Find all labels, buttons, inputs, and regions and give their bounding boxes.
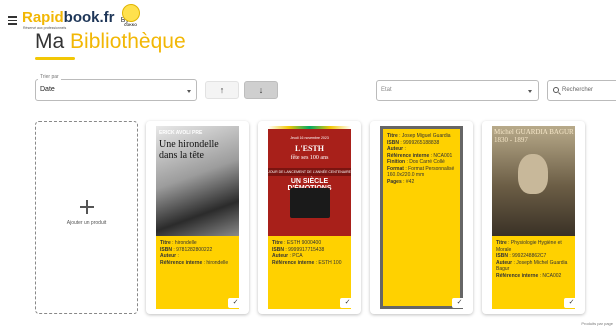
cover-banner: JOUR DE LANCEMENT DE L'ANNÉE CENTENAIRE	[268, 168, 351, 176]
product-pages: #42	[405, 178, 415, 185]
state-placeholder: Etat	[381, 87, 392, 93]
add-product-label: Ajouter un produit	[66, 220, 107, 226]
sort-ascending-button[interactable]: ↑	[205, 81, 239, 99]
check-icon: ✓	[568, 299, 575, 306]
select-checkbox[interactable]: ✓	[228, 298, 243, 308]
product-info: Titre : Physiologie Hygiène et Morale IS…	[492, 236, 575, 309]
add-product-card[interactable]: Ajouter un produit	[35, 121, 138, 314]
cover-stripe	[268, 126, 351, 129]
state-select[interactable]: Etat	[376, 80, 539, 101]
product-info: Titre : hirondelle ISBN : 9781282800222 …	[156, 236, 239, 309]
product-reference: NCA001	[433, 152, 453, 159]
product-info: Titre : ESTH 9000400 ISBN : 999991771543…	[268, 236, 351, 309]
sort-select[interactable]: Date	[35, 79, 197, 101]
logo-book: book.fr	[63, 9, 115, 26]
chevron-down-icon	[187, 90, 191, 93]
product-title: ESTH 9000400	[286, 240, 322, 246]
sort-legend: Trier par	[38, 74, 61, 80]
search-icon	[553, 87, 559, 93]
cover-subtitle: fête ses 100 ans	[290, 155, 329, 161]
arrow-up-icon: ↑	[219, 85, 225, 95]
product-isbn: 9999917715438	[288, 246, 325, 253]
page-title: Ma Bibliothèque	[35, 30, 186, 54]
product-card[interactable]: Jeudi 16 novembre 2023 L'ESTH fête ses 1…	[258, 121, 361, 314]
select-checkbox[interactable]: ✓	[452, 298, 467, 308]
cover-title: Une hirondelle dans la tête	[159, 139, 219, 161]
title-word-1: Ma	[35, 30, 65, 53]
product-reference: hirondelle	[206, 259, 229, 266]
cow-logo-icon	[122, 4, 140, 22]
product-info: Titre : Josep Miguel Guardia ISBN : 9999…	[380, 126, 463, 309]
product-author: PCA	[292, 253, 303, 259]
product-reference: NCA002	[542, 272, 562, 279]
plus-icon	[80, 200, 94, 214]
check-icon: ✓	[232, 299, 239, 306]
hamburger-icon[interactable]	[8, 16, 17, 25]
product-card[interactable]: Michel GUARDIA BAGUR 1830 - 1897 Titre :…	[482, 121, 585, 314]
book-cover: ERICK AVOLI PRE Une hirondelle dans la t…	[156, 126, 239, 236]
cover-date: Jeudi 16 novembre 2023	[290, 136, 329, 140]
logo-rapid: Rapid	[22, 9, 64, 26]
cover-portrait	[518, 154, 548, 194]
cover-photo	[290, 188, 330, 218]
product-finish: Dos Carré Collé	[409, 159, 445, 165]
products-per-page-label: Produits par page	[581, 321, 613, 326]
search-placeholder: Rechercher	[562, 87, 594, 93]
check-icon: ✓	[344, 299, 351, 306]
product-title: hirondelle	[174, 240, 197, 246]
select-checkbox[interactable]: ✓	[340, 298, 355, 308]
chevron-down-icon	[528, 90, 532, 93]
product-isbn: 9781282800222	[176, 246, 213, 253]
title-word-2: Bibliothèque	[70, 30, 186, 53]
product-card-selected[interactable]: Titre : Josep Miguel Guardia ISBN : 9999…	[370, 121, 473, 314]
sort-descending-button[interactable]: ↓	[244, 81, 278, 99]
title-underline	[35, 57, 75, 60]
product-reference: ESTH 100	[318, 259, 342, 266]
sort-value: Date	[40, 86, 55, 93]
cover-title: L'ESTH	[295, 144, 324, 153]
check-icon: ✓	[456, 299, 463, 306]
product-title: Josep Miguel Guardia	[401, 133, 451, 139]
product-card[interactable]: ERICK AVOLI PRE Une hirondelle dans la t…	[146, 121, 249, 314]
logo-badge-text: COKKO	[124, 23, 138, 27]
logo[interactable]: Rapidbook.fr By	[22, 9, 129, 26]
book-cover: Jeudi 16 novembre 2023 L'ESTH fête ses 1…	[268, 126, 351, 236]
library-page: Rapidbook.fr By Réservé aux professionne…	[0, 0, 616, 329]
search-input[interactable]: Rechercher	[547, 80, 616, 101]
product-isbn: 9992248862C7	[512, 253, 547, 259]
cover-title: Michel GUARDIA BAGUR 1830 - 1897	[494, 128, 574, 144]
book-cover: Michel GUARDIA BAGUR 1830 - 1897	[492, 126, 575, 236]
cover-author: ERICK AVOLI PRE	[159, 130, 203, 136]
select-checkbox[interactable]: ✓	[564, 298, 579, 308]
arrow-down-icon: ↓	[258, 85, 264, 95]
product-isbn: 9999265188838	[403, 139, 440, 146]
